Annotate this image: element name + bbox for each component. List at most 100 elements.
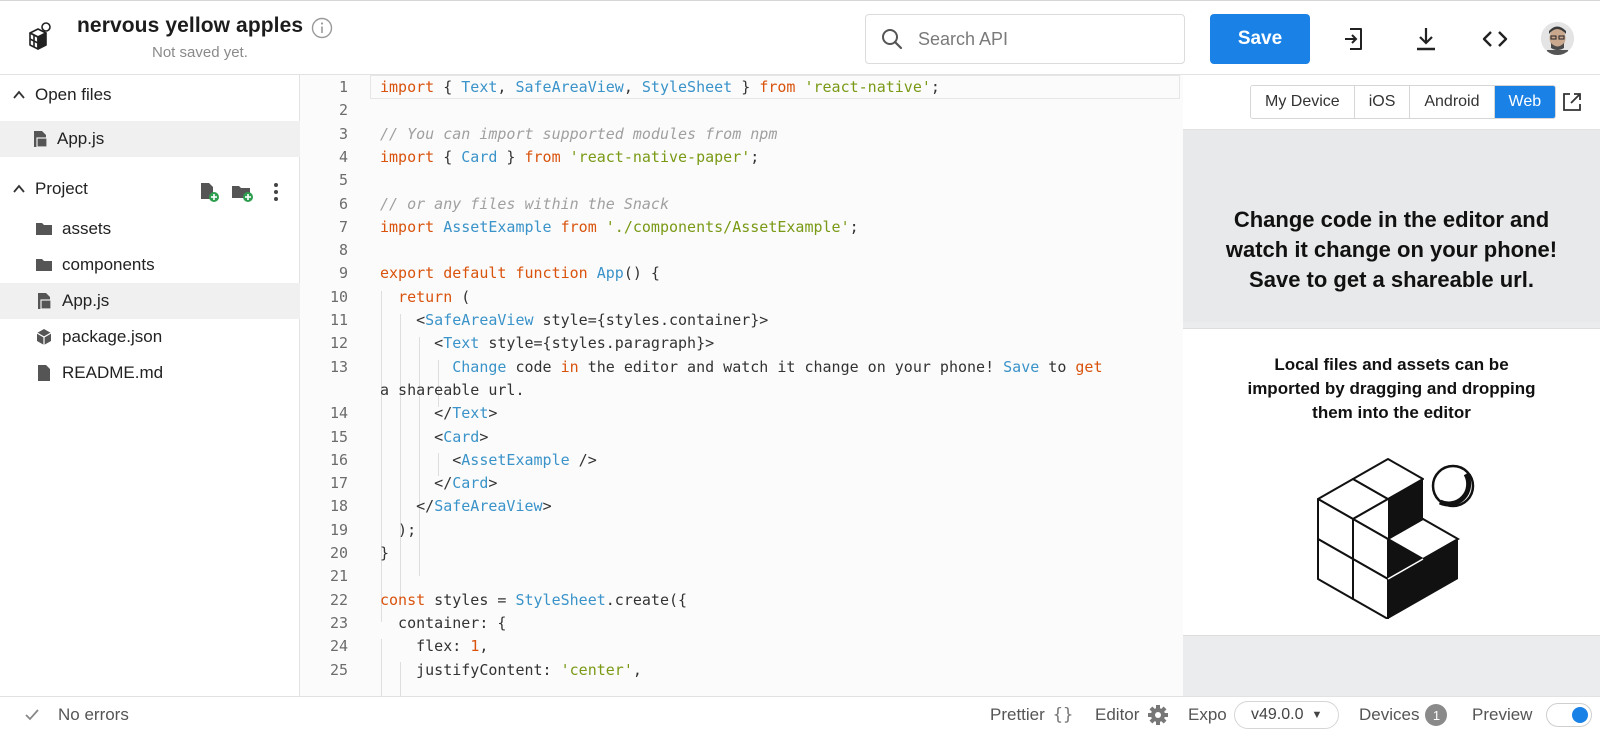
code-text: </Text>	[380, 404, 498, 423]
editor-settings-button[interactable]: Editor	[1095, 697, 1169, 733]
code-text: import AssetExample from './components/A…	[380, 217, 859, 236]
prettier-button[interactable]: Prettier {}	[990, 697, 1073, 733]
open-external-icon[interactable]	[1561, 91, 1583, 113]
tab-web[interactable]: Web	[1494, 86, 1556, 118]
code-text: </Card>	[380, 474, 498, 493]
preview-headline: Change code in the editor and watch it c…	[1225, 207, 1558, 292]
code-line[interactable]: 12 <Text style={styles.paragraph}>	[300, 331, 1183, 355]
code-text: <SafeAreaView style={styles.container}>	[380, 311, 769, 329]
preview-toolbar: My Device iOS Android Web	[1183, 75, 1600, 130]
check-icon	[25, 709, 39, 721]
code-line[interactable]: 25 justifyContent: 'center',	[300, 658, 1183, 682]
project-item-components[interactable]: components	[0, 247, 300, 283]
preview-toggle-group[interactable]: Preview	[1472, 697, 1593, 733]
download-button[interactable]	[1412, 25, 1440, 53]
code-line[interactable]: 7 import AssetExample from './components/…	[300, 215, 1183, 239]
open-files-header[interactable]: Open files	[0, 75, 300, 115]
code-line[interactable]: 8	[300, 238, 1183, 262]
code-line[interactable]: 3 // You can import supported modules fro…	[300, 122, 1183, 146]
import-icon	[1345, 28, 1362, 50]
preview-label: Preview	[1472, 705, 1533, 724]
project-item-label: App.js	[62, 291, 110, 310]
line-number: 1	[338, 78, 348, 96]
code-text: Change code in the editor and watch it c…	[452, 357, 1103, 376]
code-line[interactable]: 21	[300, 564, 1183, 588]
code-line[interactable]: 15 <Card>	[300, 425, 1183, 449]
code-line[interactable]: a shareable url.	[300, 378, 1183, 402]
file-sidebar: Open files App.js Project assets compone…	[0, 75, 300, 696]
code-line[interactable]: 10 return (	[300, 285, 1183, 309]
code-line[interactable]: 24 flex: 1,	[300, 634, 1183, 658]
prettier-label: Prettier	[990, 705, 1045, 724]
code-line[interactable]: 16 <AssetExample />	[300, 448, 1183, 472]
user-avatar[interactable]	[1541, 22, 1574, 55]
status-bar: No errors Prettier {} Editor Expo v49.0.…	[0, 696, 1600, 734]
open-file-item[interactable]: App.js	[0, 121, 300, 157]
project-item-assets[interactable]: assets	[0, 211, 300, 247]
code-line[interactable]: 18 </SafeAreaView>	[300, 494, 1183, 518]
search-input[interactable]	[918, 28, 1168, 50]
project-item-package-json[interactable]: package.json	[0, 319, 300, 355]
code-text: export default function App() {	[380, 264, 660, 283]
project-item-readme[interactable]: README.md	[0, 355, 300, 391]
platform-switcher: My Device iOS Android Web	[1250, 85, 1557, 119]
tab-android[interactable]: Android	[1410, 86, 1495, 118]
code-line[interactable]: 17 </Card>	[300, 471, 1183, 495]
code-line[interactable]: 13 Change code in the editor and watch i…	[300, 355, 1183, 379]
project-item-label: assets	[62, 219, 112, 238]
code-line[interactable]: 11 <SafeAreaView style={styles.container…	[300, 308, 1183, 332]
line-number: 10	[329, 287, 348, 306]
code-line[interactable]: 9 export default function App() {	[300, 261, 1183, 285]
code-line[interactable]: 4 import { Card } from 'react-native-pape…	[300, 145, 1183, 169]
code-editor[interactable]: 1 import { Text, SafeAreaView, StyleSheet…	[300, 75, 1183, 696]
project-header[interactable]: Project	[0, 169, 300, 209]
code-line[interactable]: 2	[300, 98, 1183, 122]
code-line[interactable]: 5	[300, 168, 1183, 192]
new-file-icon[interactable]	[198, 181, 220, 203]
line-number: 15	[329, 427, 348, 446]
top-bar: nervous yellow apples Not saved yet. Sav…	[0, 0, 1600, 75]
code-text: </SafeAreaView>	[380, 497, 552, 516]
embed-button[interactable]	[1481, 25, 1509, 53]
info-icon[interactable]	[311, 17, 333, 39]
code-line[interactable]: 1 import { Text, SafeAreaView, StyleSheet…	[300, 75, 1183, 99]
project-title[interactable]: nervous yellow apples	[77, 14, 303, 38]
error-status[interactable]: No errors	[24, 697, 129, 733]
tab-my-device[interactable]: My Device	[1251, 86, 1355, 118]
code-line[interactable]: 22 const styles = StyleSheet.create({	[300, 588, 1183, 612]
project-item-app-js[interactable]: App.js	[0, 283, 300, 319]
preview-card-text: Local files and assets can be imported b…	[1247, 355, 1536, 422]
save-button[interactable]: Save	[1210, 14, 1310, 64]
folder-icon	[36, 223, 52, 235]
line-number: 22	[329, 590, 348, 609]
snack-cubes-illustration	[1317, 458, 1475, 619]
tab-ios[interactable]: iOS	[1354, 86, 1411, 118]
chevron-up-icon	[13, 90, 25, 99]
more-options-icon[interactable]	[265, 181, 287, 203]
line-number: 6	[338, 194, 348, 213]
import-button[interactable]	[1340, 25, 1368, 53]
line-number: 25	[329, 660, 348, 679]
preview-toggle[interactable]	[1546, 703, 1593, 727]
code-text: container: {	[380, 613, 507, 632]
code-text: import { Text, SafeAreaView, StyleSheet …	[380, 78, 940, 96]
code-line[interactable]: 6 // or any files within the Snack	[300, 192, 1183, 216]
sdk-version-value: v49.0.0	[1251, 706, 1304, 723]
sdk-version-select[interactable]: v49.0.0 ▼	[1234, 697, 1340, 733]
line-number: 11	[329, 311, 348, 329]
project-label: Project	[35, 179, 88, 198]
code-line[interactable]: 20}	[300, 541, 1183, 565]
preview-card: Local files and assets can be imported b…	[1183, 328, 1600, 636]
code-text: flex: 1,	[380, 637, 489, 656]
code-line[interactable]: 14 </Text>	[300, 401, 1183, 425]
devices-label: Devices	[1359, 705, 1420, 724]
search-box[interactable]	[865, 14, 1185, 64]
line-number: 8	[338, 241, 348, 260]
code-line[interactable]: 23 container: {	[300, 611, 1183, 635]
preview-app-background: Change code in the editor and watch it c…	[1183, 130, 1600, 322]
new-folder-icon[interactable]	[231, 181, 253, 203]
line-number: 16	[329, 450, 348, 469]
snack-logo-icon[interactable]	[18, 19, 54, 55]
devices-button[interactable]: Devices 1	[1359, 697, 1448, 733]
code-line[interactable]: 19 );	[300, 518, 1183, 542]
